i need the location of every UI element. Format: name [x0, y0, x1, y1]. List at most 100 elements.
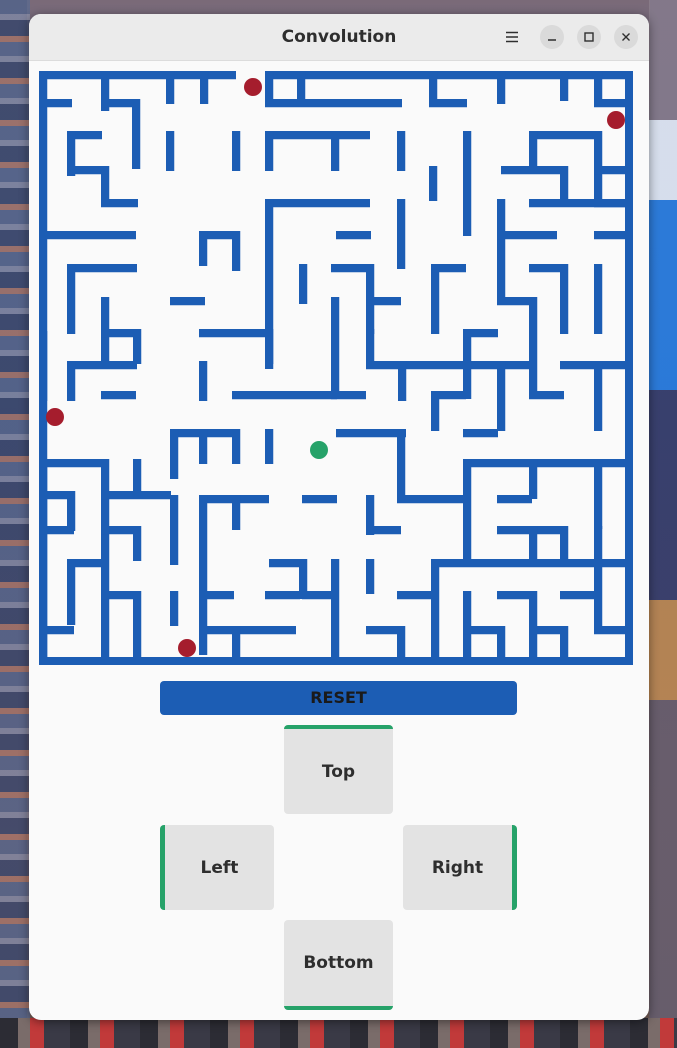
- maze-wall: [501, 166, 566, 175]
- maze-wall: [463, 591, 472, 657]
- maze-wall: [39, 99, 72, 108]
- maze-wall: [39, 331, 48, 401]
- maze-wall: [67, 264, 76, 334]
- maze-wall: [132, 99, 141, 169]
- maze-wall: [431, 264, 440, 334]
- enemy-token: [178, 639, 196, 657]
- maze-wall: [431, 559, 440, 659]
- maze-wall: [594, 559, 603, 629]
- maze-wall: [170, 495, 179, 565]
- maze-wall: [397, 495, 467, 504]
- maze-wall: [331, 131, 340, 171]
- maze-wall: [331, 264, 366, 273]
- desktop-wallpaper-bottom: [0, 1018, 677, 1048]
- maze-wall: [39, 626, 74, 635]
- maze-wall: [560, 361, 625, 370]
- maze-wall: [497, 71, 506, 104]
- maze-wall: [265, 591, 300, 600]
- maze-wall: [431, 264, 466, 273]
- enemy-token: [244, 78, 262, 96]
- maze-wall: [199, 361, 208, 401]
- maze-wall: [67, 361, 137, 370]
- maze-wall: [594, 626, 625, 635]
- maze-wall: [594, 99, 625, 108]
- maze-wall: [39, 526, 74, 535]
- maze-wall: [101, 591, 136, 600]
- maze-wall: [199, 626, 296, 635]
- maze-wall: [366, 297, 401, 306]
- maximize-icon[interactable]: [577, 25, 601, 49]
- hamburger-menu-icon[interactable]: [500, 25, 524, 49]
- maze-wall: [594, 459, 603, 529]
- maze-wall: [397, 131, 406, 171]
- maze-wall: [560, 459, 625, 468]
- desktop-wallpaper-left: [0, 0, 30, 1048]
- maze-wall: [594, 264, 603, 334]
- maze-wall: [133, 591, 142, 657]
- maze-wall: [429, 99, 467, 108]
- maze-wall: [463, 459, 472, 559]
- maze-wall: [594, 166, 625, 175]
- maze-wall: [199, 429, 208, 464]
- maze-wall: [497, 297, 532, 306]
- maze-wall: [560, 264, 569, 334]
- maze-wall: [594, 231, 625, 240]
- maze-wall: [560, 591, 595, 600]
- close-icon[interactable]: [614, 25, 638, 49]
- maze-wall: [497, 626, 506, 657]
- maze-wall: [265, 199, 370, 208]
- move-bottom-button[interactable]: Bottom: [284, 920, 393, 1010]
- maze-wall: [101, 329, 136, 338]
- maze-wall: [232, 231, 241, 271]
- move-top-button[interactable]: Top: [284, 725, 393, 814]
- maze-wall: [529, 131, 599, 140]
- maze-wall: [463, 329, 498, 338]
- maze-wall: [297, 71, 306, 101]
- maze-wall: [265, 429, 274, 464]
- maze-wall: [265, 131, 370, 140]
- maze-wall: [199, 591, 234, 600]
- maze-wall: [331, 297, 340, 397]
- maze-wall: [397, 429, 406, 499]
- maze-wall: [594, 361, 603, 431]
- maze-wall: [331, 559, 340, 659]
- maze-wall: [431, 391, 440, 431]
- maze-wall: [170, 429, 179, 479]
- maze-wall: [67, 491, 76, 531]
- maze-wall: [497, 591, 532, 600]
- maze-wall: [299, 264, 308, 304]
- maze-wall: [67, 166, 102, 175]
- maze-wall: [265, 99, 402, 108]
- maze-wall: [302, 495, 337, 504]
- maze-wall: [463, 626, 498, 635]
- maze-wall: [133, 459, 142, 494]
- move-right-button[interactable]: Right: [403, 825, 517, 910]
- title-bar[interactable]: Convolution: [29, 14, 649, 61]
- maze-wall: [232, 626, 241, 657]
- app-window: Convolution RESET Top Left Right Bottom: [29, 14, 649, 1020]
- maze-wall: [101, 391, 136, 400]
- maze-wall: [265, 131, 274, 171]
- maze-wall: [497, 361, 506, 431]
- maze-wall: [398, 361, 407, 401]
- minimize-icon[interactable]: [540, 25, 564, 49]
- move-left-button[interactable]: Left: [160, 825, 274, 910]
- maze-wall: [529, 264, 564, 273]
- maze-wall: [166, 71, 175, 104]
- maze-wall: [39, 459, 109, 468]
- maze-wall: [170, 297, 205, 306]
- maze-wall: [529, 199, 626, 208]
- maze-wall: [199, 231, 208, 266]
- reset-button[interactable]: RESET: [160, 681, 517, 715]
- maze-wall: [101, 491, 171, 500]
- maze-wall: [366, 626, 401, 635]
- maze-wall: [67, 361, 76, 401]
- maze-wall: [67, 559, 76, 625]
- maze-wall: [397, 199, 406, 269]
- maze-wall: [101, 99, 136, 108]
- enemy-token: [607, 111, 625, 129]
- maze-board: [39, 71, 633, 665]
- maze-wall: [529, 591, 538, 657]
- maze-wall: [232, 429, 241, 464]
- maze-wall: [133, 329, 142, 364]
